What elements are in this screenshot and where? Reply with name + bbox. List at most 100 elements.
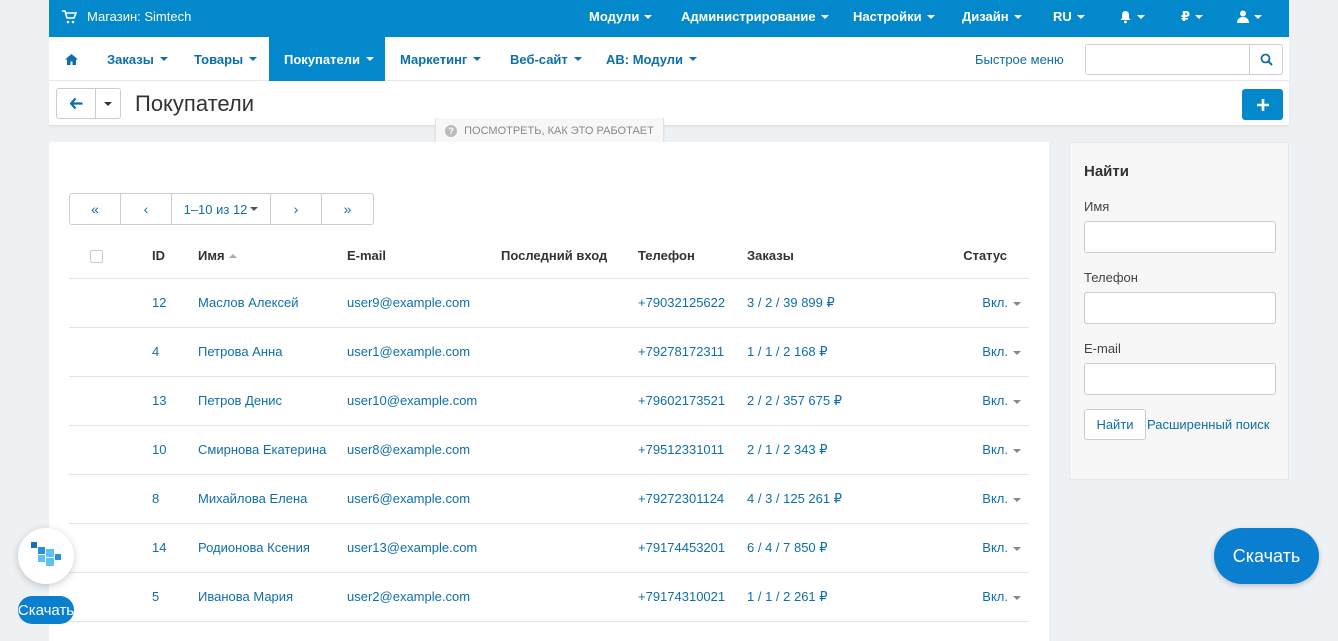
home-link[interactable]	[59, 37, 83, 81]
customer-phone-link[interactable]: +79278172311	[638, 344, 724, 359]
status-dropdown[interactable]: Вкл.	[927, 425, 1029, 475]
column-header-status[interactable]: Статус	[927, 233, 1029, 279]
customer-last-login	[501, 523, 638, 573]
chevron-down-icon	[104, 101, 112, 106]
customer-name-link[interactable]: Михайлова Елена	[198, 491, 307, 506]
status-dropdown[interactable]: Вкл.	[927, 572, 1029, 622]
nav-products[interactable]: Товары	[194, 37, 258, 81]
topmenu-administration[interactable]: Администрирование	[681, 0, 829, 33]
chevron-down-icon	[1137, 14, 1145, 19]
customer-orders-link[interactable]: 6 / 4 / 7 850 ₽	[747, 540, 828, 555]
phone-field[interactable]	[1084, 292, 1276, 324]
status-dropdown[interactable]: Вкл.	[927, 474, 1029, 524]
customer-orders-link[interactable]: 4 / 3 / 125 261 ₽	[747, 491, 842, 506]
status-dropdown[interactable]: Вкл.	[927, 376, 1029, 426]
home-icon	[64, 53, 78, 65]
column-header-orders[interactable]: Заказы	[747, 233, 927, 279]
customer-orders-link[interactable]: 2 / 2 / 357 675 ₽	[747, 393, 842, 408]
customer-orders-link[interactable]: 3 / 2 / 39 899 ₽	[747, 295, 835, 310]
topmenu-language[interactable]: RU	[1053, 0, 1085, 33]
customer-phone-link[interactable]: +79032125622	[638, 295, 725, 310]
find-button[interactable]: Найти	[1084, 409, 1146, 440]
customer-id-link[interactable]: 4	[152, 344, 159, 359]
customer-email-link[interactable]: user6@example.com	[347, 491, 470, 506]
pagination-info[interactable]: 1–10 из 12	[172, 194, 271, 224]
store-selector[interactable]: Магазин: Simtech	[61, 0, 191, 33]
customer-name-link[interactable]: Маслов Алексей	[198, 295, 299, 310]
customer-id-link[interactable]: 13	[152, 393, 166, 408]
status-dropdown[interactable]: Вкл.	[927, 278, 1029, 328]
bell-icon	[1120, 10, 1131, 23]
pagination-first[interactable]: «	[70, 194, 121, 224]
customer-email-link[interactable]: user1@example.com	[347, 344, 470, 359]
topmenu-design[interactable]: Дизайн	[962, 0, 1022, 33]
how-it-works-button[interactable]: ? ПОСМОТРЕТЬ, КАК ЭТО РАБОТАЕТ	[435, 118, 664, 144]
search-button[interactable]	[1249, 45, 1282, 74]
pagination-next[interactable]: ›	[271, 194, 322, 224]
row-select-cell	[69, 278, 152, 328]
search-icon	[1260, 53, 1273, 66]
status-dropdown[interactable]: Вкл.	[927, 523, 1029, 573]
column-header-email[interactable]: E-mail	[347, 233, 501, 279]
customer-phone-link[interactable]: +79602173521	[638, 393, 725, 408]
nav-marketing[interactable]: Маркетинг	[400, 37, 482, 81]
advanced-search-link[interactable]: Расширенный поиск	[1147, 417, 1269, 432]
nav-website[interactable]: Веб-сайт	[510, 37, 582, 81]
customer-email-link[interactable]: user8@example.com	[347, 442, 470, 457]
customer-id-link[interactable]: 5	[152, 589, 159, 604]
pagination-prev[interactable]: ‹	[121, 194, 172, 224]
customer-name-link[interactable]: Петров Денис	[198, 393, 282, 408]
customer-id-link[interactable]: 14	[152, 540, 166, 555]
download-button[interactable]: Скачать	[1214, 528, 1319, 584]
nav-ab-modules[interactable]: AB: Модули	[606, 37, 698, 81]
customer-orders-link[interactable]: 1 / 1 / 2 261 ₽	[747, 589, 828, 604]
global-search-input[interactable]	[1086, 45, 1248, 74]
status-dropdown[interactable]: Вкл.	[927, 327, 1029, 377]
quick-menu-link[interactable]: Быстрое меню	[975, 37, 1064, 81]
topmenu-settings[interactable]: Настройки	[853, 0, 935, 33]
customer-phone-link[interactable]: +79174453201	[638, 540, 725, 555]
customer-phone-link[interactable]: +79512331011	[638, 442, 724, 457]
customer-phone-link[interactable]: +79272301124	[638, 491, 724, 506]
table-row: 13 Петров Денис user10@example.com +7960…	[69, 376, 1029, 426]
email-field[interactable]	[1084, 363, 1276, 395]
main-navigation: Заказы Товары Покупатели Маркетинг Веб-с…	[49, 37, 1289, 81]
customer-email-link[interactable]: user10@example.com	[347, 393, 477, 408]
chevron-down-icon	[1013, 448, 1021, 453]
customer-name-link[interactable]: Родионова Ксения	[198, 540, 310, 555]
customer-phone-link[interactable]: +79174310021	[638, 589, 725, 604]
nav-customers[interactable]: Покупатели	[269, 37, 385, 81]
customer-orders-link[interactable]: 2 / 1 / 2 343 ₽	[747, 442, 828, 457]
customer-email-link[interactable]: user2@example.com	[347, 589, 470, 604]
topmenu-user[interactable]	[1237, 0, 1262, 33]
column-header-phone[interactable]: Телефон	[638, 233, 747, 279]
customer-email-link[interactable]: user13@example.com	[347, 540, 477, 555]
history-dropdown[interactable]	[95, 89, 120, 118]
topmenu-currency[interactable]: ₽	[1181, 0, 1204, 33]
page-title: Покупатели	[135, 90, 255, 116]
topmenu-notifications[interactable]	[1119, 0, 1145, 33]
column-header-last-login[interactable]: Последний вход	[501, 233, 638, 279]
name-field[interactable]	[1084, 221, 1276, 253]
sidebar-title: Найти	[1084, 163, 1129, 180]
pagination-last[interactable]: »	[322, 194, 373, 224]
back-button[interactable]	[57, 89, 95, 118]
customer-name-link[interactable]: Петрова Анна	[198, 344, 282, 359]
customer-name-link[interactable]: Смирнова Екатерина	[198, 442, 326, 457]
customers-panel: « ‹ 1–10 из 12 › » ID Имя E-mail Последн…	[49, 142, 1049, 641]
customer-name-link[interactable]: Иванова Мария	[198, 589, 293, 604]
add-customer-button[interactable]	[1242, 89, 1283, 120]
customer-id-link[interactable]: 12	[152, 295, 166, 310]
download-small-button[interactable]: Скачать	[18, 596, 74, 624]
customer-id-link[interactable]: 10	[152, 442, 166, 457]
chevron-down-icon	[644, 14, 653, 19]
customer-email-link[interactable]: user9@example.com	[347, 295, 470, 310]
widget-logo-button[interactable]	[18, 528, 74, 584]
topmenu-modules[interactable]: Модули	[589, 0, 653, 33]
customer-id-link[interactable]: 8	[152, 491, 159, 506]
customer-orders-link[interactable]: 1 / 1 / 2 168 ₽	[747, 344, 828, 359]
column-header-id[interactable]: ID	[152, 233, 198, 279]
column-header-name[interactable]: Имя	[198, 233, 347, 279]
select-all-checkbox[interactable]	[90, 249, 103, 263]
nav-orders[interactable]: Заказы	[107, 37, 168, 81]
